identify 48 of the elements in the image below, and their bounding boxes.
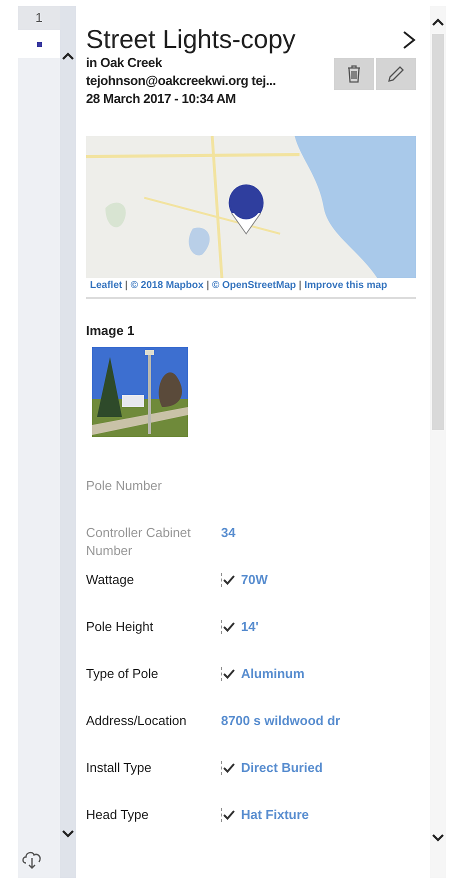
record-location: in Oak Creek <box>86 54 164 72</box>
bullet-icon <box>36 42 42 46</box>
attribution-link[interactable]: Improve this map <box>304 280 388 291</box>
record-date: 28 March 2017 - 10:34 AM <box>86 90 237 108</box>
field-value: Hat Fixture <box>241 806 309 824</box>
separator: | <box>298 280 302 291</box>
trash-icon <box>347 65 361 83</box>
list-scrollbar[interactable] <box>60 6 76 878</box>
checkbox[interactable] <box>221 620 235 634</box>
pencil-icon <box>387 65 405 83</box>
scrollbar-thumb[interactable] <box>432 34 444 430</box>
field-label: Controller Cabinet Number <box>86 524 192 560</box>
attribution-link[interactable]: © 2018 Mapbox <box>130 280 204 291</box>
field-label: Install Type <box>86 758 153 776</box>
scroll-down-icon[interactable] <box>62 830 74 838</box>
field-label: Wattage <box>86 570 135 588</box>
delete-button[interactable] <box>334 58 374 90</box>
attribution-link[interactable]: © OpenStreetMap <box>212 280 296 291</box>
next-icon[interactable] <box>402 30 416 50</box>
separator: | <box>206 280 210 291</box>
checkbox[interactable] <box>221 666 235 680</box>
field-value: 34 <box>221 524 236 542</box>
sidebar-tab[interactable]: 1 <box>18 6 60 30</box>
record-author: tejohnson@oakcreekwi.org tej... <box>86 72 276 90</box>
field-value: 70W <box>241 570 268 588</box>
checkbox[interactable] <box>221 808 235 822</box>
field-label: Pole Height <box>86 618 154 636</box>
record-title: Street Lights-copy <box>86 24 296 54</box>
separator: | <box>125 280 128 291</box>
scroll-down-icon[interactable] <box>432 834 444 842</box>
map-panel[interactable]: Leaflet | © 2018 Mapbox | © OpenStreetMap | Improve this map <box>86 136 416 299</box>
field-label: Address/Location <box>86 712 188 730</box>
field-label: Head Type <box>86 806 150 824</box>
field-value: Direct Buried <box>241 758 323 776</box>
attribution-link[interactable]: Leaflet <box>90 280 122 291</box>
scroll-up-icon[interactable] <box>62 52 74 60</box>
checkbox[interactable] <box>221 572 235 586</box>
panel-scrollbar[interactable] <box>430 6 446 878</box>
field-label: Pole Number <box>86 476 163 494</box>
field-value: 14' <box>241 618 259 636</box>
field-label: Type of Pole <box>86 664 160 682</box>
scroll-up-icon[interactable] <box>432 18 444 26</box>
field-value: 8700 s wildwood dr <box>221 712 340 730</box>
checkbox[interactable] <box>221 760 235 774</box>
cloud-download-icon[interactable] <box>21 850 43 870</box>
field-value: Aluminum <box>241 664 305 682</box>
edit-button[interactable] <box>376 58 416 90</box>
image-label: Image 1 <box>86 322 136 340</box>
